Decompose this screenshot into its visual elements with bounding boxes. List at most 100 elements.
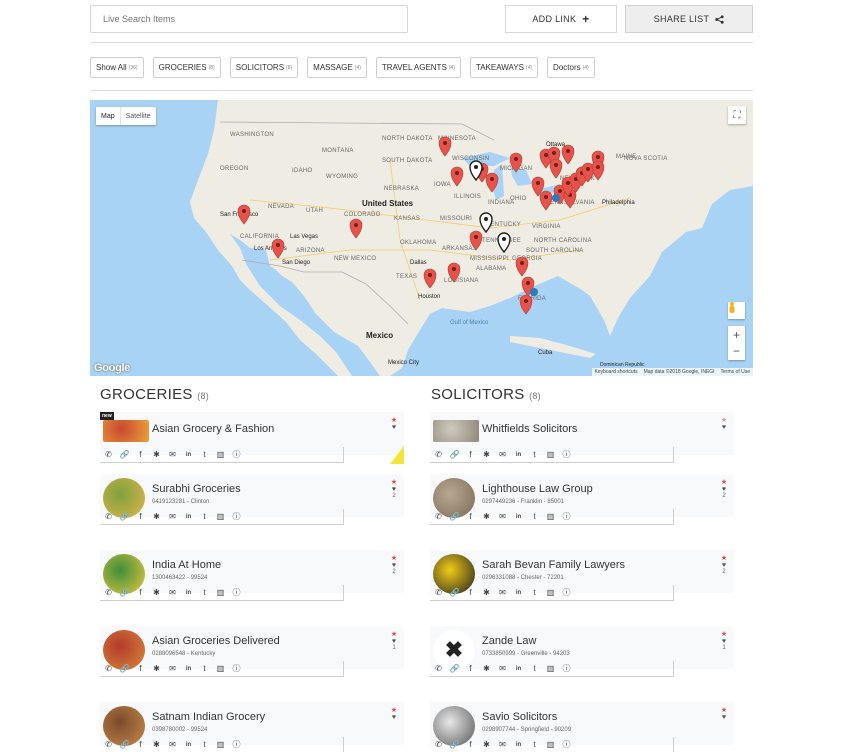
twitter-icon[interactable]: t <box>200 450 209 459</box>
map-markers[interactable] <box>90 100 753 376</box>
yelp-icon[interactable]: ✱ <box>152 740 161 749</box>
map-marker[interactable] <box>447 262 461 283</box>
map-marker[interactable] <box>423 268 437 289</box>
search-input[interactable] <box>90 5 408 33</box>
terms-link[interactable]: Terms of Use <box>721 369 750 375</box>
phone-icon[interactable]: ✆ <box>104 450 113 459</box>
map-icon[interactable]: ▥ <box>546 664 555 673</box>
star-icon[interactable]: ★ <box>719 416 729 424</box>
email-icon[interactable]: ✉ <box>498 588 507 597</box>
zoom-in-button[interactable]: + <box>733 327 740 343</box>
star-icon[interactable]: ★ <box>719 554 729 562</box>
yelp-icon[interactable]: ✱ <box>482 512 491 521</box>
email-icon[interactable]: ✉ <box>168 450 177 459</box>
facebook-icon[interactable]: f <box>466 450 475 459</box>
star-icon[interactable]: ★ <box>389 630 399 638</box>
twitter-icon[interactable]: t <box>200 512 209 521</box>
twitter-icon[interactable]: t <box>530 664 539 673</box>
listing-name[interactable]: Zande Law <box>482 635 536 647</box>
link-icon[interactable]: 🔗 <box>120 664 130 673</box>
facebook-icon[interactable]: f <box>466 588 475 597</box>
filter-massage[interactable]: MASSAGE (4) <box>307 57 367 78</box>
link-icon[interactable]: 🔗 <box>120 740 130 749</box>
map-icon[interactable]: ▥ <box>546 450 555 459</box>
map-marker[interactable] <box>349 218 363 239</box>
listing-name[interactable]: India At Home <box>152 559 221 571</box>
facebook-icon[interactable]: f <box>466 512 475 521</box>
yelp-icon[interactable]: ✱ <box>152 450 161 459</box>
phone-icon[interactable]: ✆ <box>434 588 443 597</box>
heart-icon[interactable]: ♥ <box>389 562 399 569</box>
phone-icon[interactable]: ✆ <box>434 450 443 459</box>
linkedin-icon[interactable]: in <box>184 512 193 521</box>
listing-card[interactable]: ✖ Zande Law 0733850999 - Greenville - 9420… <box>430 626 734 694</box>
map-marker[interactable] <box>549 158 563 179</box>
heart-icon[interactable]: ♥ <box>719 424 729 431</box>
star-icon[interactable]: ★ <box>389 416 399 424</box>
facebook-icon[interactable]: f <box>136 664 145 673</box>
twitter-icon[interactable]: t <box>530 450 539 459</box>
filter-groceries[interactable]: GROCERIES (8) <box>152 57 221 78</box>
info-icon[interactable]: ⓘ <box>562 512 571 521</box>
listing-thumbnail[interactable] <box>433 420 479 442</box>
info-icon[interactable]: ⓘ <box>232 450 241 459</box>
star-icon[interactable]: ★ <box>389 478 399 486</box>
info-icon[interactable]: ⓘ <box>232 512 241 521</box>
map-marker[interactable] <box>561 144 575 165</box>
heart-icon[interactable]: ♥ <box>719 638 729 645</box>
twitter-icon[interactable]: t <box>530 740 539 749</box>
twitter-icon[interactable]: t <box>200 588 209 597</box>
phone-icon[interactable]: ✆ <box>434 740 443 749</box>
listing-card[interactable]: Whitfields Solicitors ★ ♥ ✆ 🔗 f ✱ ✉ in t ▥ ⓘ <box>430 412 734 480</box>
star-icon[interactable]: ★ <box>389 706 399 714</box>
map-marker[interactable] <box>591 160 605 181</box>
email-icon[interactable]: ✉ <box>168 740 177 749</box>
map-marker[interactable] <box>479 212 493 233</box>
facebook-icon[interactable]: f <box>466 664 475 673</box>
link-icon[interactable]: 🔗 <box>120 588 130 597</box>
linkedin-icon[interactable]: in <box>184 588 193 597</box>
map-type-map-button[interactable]: Map <box>96 107 120 125</box>
facebook-icon[interactable]: f <box>136 588 145 597</box>
listing-name[interactable]: Satnam Indian Grocery <box>152 711 265 723</box>
linkedin-icon[interactable]: in <box>514 740 523 749</box>
phone-icon[interactable]: ✆ <box>104 740 113 749</box>
linkedin-icon[interactable]: in <box>514 512 523 521</box>
star-icon[interactable]: ★ <box>719 630 729 638</box>
map-icon[interactable]: ▥ <box>216 512 225 521</box>
email-icon[interactable]: ✉ <box>168 664 177 673</box>
listing-card[interactable]: new Asian Grocery & Fashion ★ ♥ ✆ 🔗 f ✱ ✉ in t ▥ ⓘ <box>100 412 404 480</box>
map-icon[interactable]: ▥ <box>216 588 225 597</box>
twitter-icon[interactable]: t <box>200 740 209 749</box>
linkedin-icon[interactable]: in <box>514 450 523 459</box>
listing-card[interactable]: Savio Solicitors 0298907744 - Springfield… <box>430 702 734 752</box>
twitter-icon[interactable]: t <box>200 664 209 673</box>
map-marker[interactable] <box>539 190 553 211</box>
listing-name[interactable]: Asian Grocery & Fashion <box>152 423 274 435</box>
yelp-icon[interactable]: ✱ <box>482 740 491 749</box>
yelp-icon[interactable]: ✱ <box>482 450 491 459</box>
linkedin-icon[interactable]: in <box>514 664 523 673</box>
star-icon[interactable]: ★ <box>389 554 399 562</box>
listing-name[interactable]: Sarah Bevan Family Lawyers <box>482 559 625 571</box>
info-icon[interactable]: ⓘ <box>232 588 241 597</box>
facebook-icon[interactable]: f <box>136 512 145 521</box>
map-marker[interactable] <box>271 238 285 259</box>
filter-takeaways[interactable]: TAKEAWAYS (4) <box>469 57 539 78</box>
email-icon[interactable]: ✉ <box>168 512 177 521</box>
heart-icon[interactable]: ♥ <box>389 486 399 493</box>
info-icon[interactable]: ⓘ <box>232 740 241 749</box>
yelp-icon[interactable]: ✱ <box>152 588 161 597</box>
listing-name[interactable]: Whitfields Solicitors <box>482 423 577 435</box>
map-marker[interactable] <box>519 294 533 315</box>
heart-icon[interactable]: ♥ <box>719 562 729 569</box>
facebook-icon[interactable]: f <box>466 740 475 749</box>
yelp-icon[interactable]: ✱ <box>482 588 491 597</box>
keyboard-shortcuts-link[interactable]: Keyboard shortcuts <box>595 369 638 375</box>
email-icon[interactable]: ✉ <box>498 664 507 673</box>
email-icon[interactable]: ✉ <box>168 588 177 597</box>
linkedin-icon[interactable]: in <box>184 664 193 673</box>
link-icon[interactable]: 🔗 <box>120 512 130 521</box>
heart-icon[interactable]: ♥ <box>389 424 399 431</box>
facebook-icon[interactable]: f <box>136 740 145 749</box>
